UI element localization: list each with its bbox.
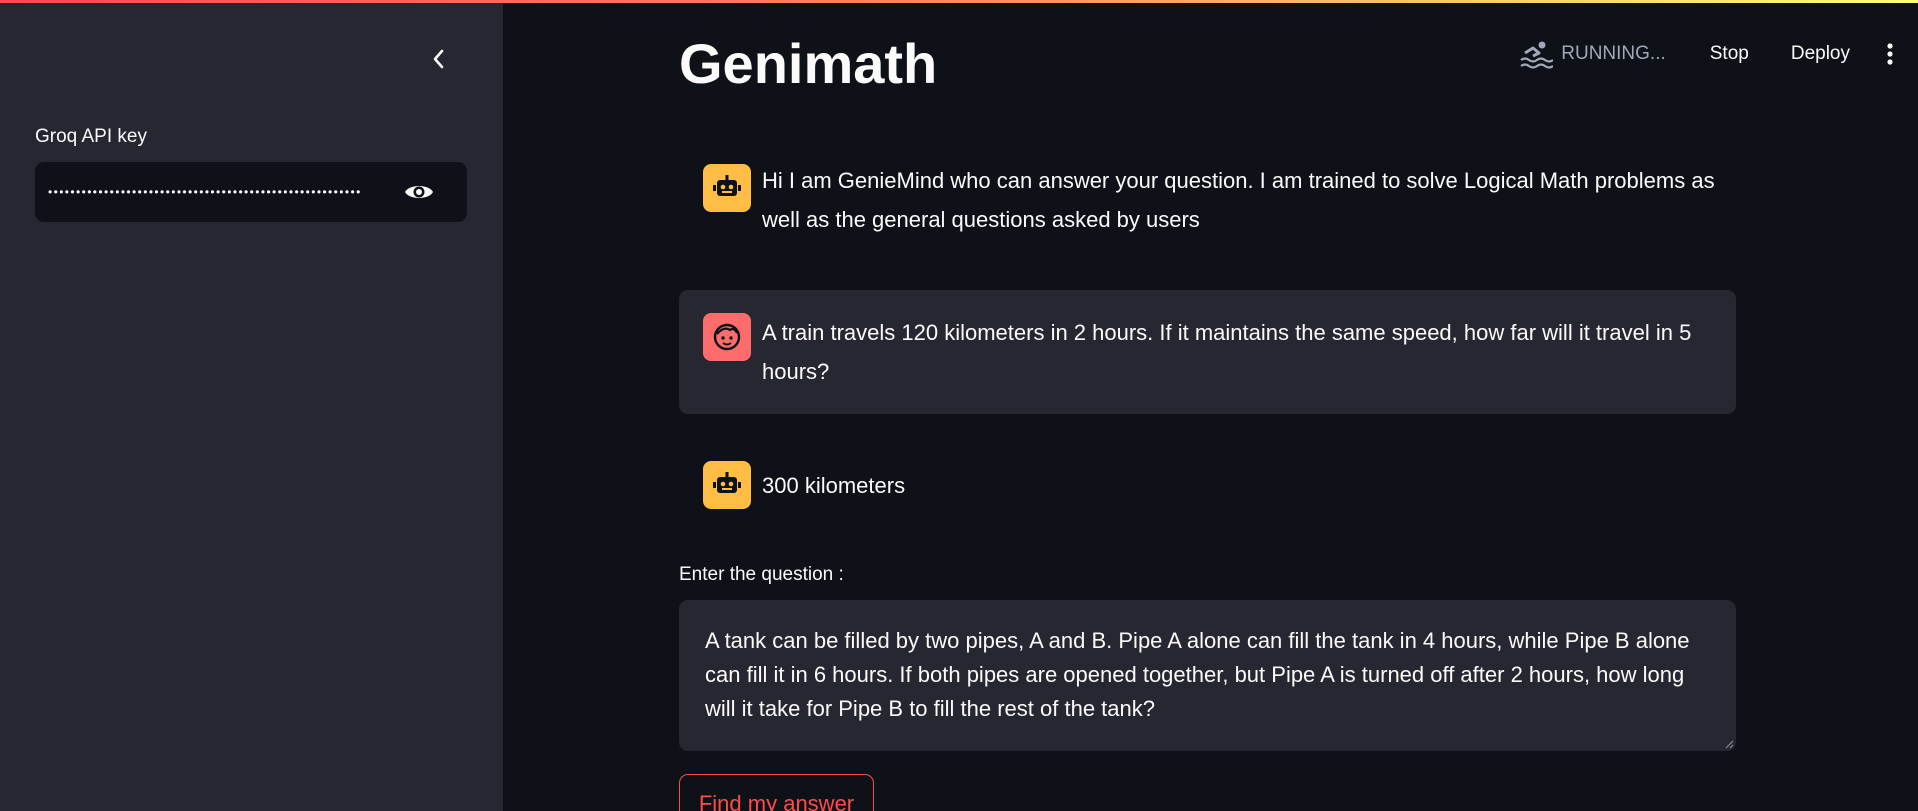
- chevron-left-icon: [433, 49, 444, 69]
- vertical-dots-icon: [1887, 43, 1893, 65]
- question-textarea[interactable]: A tank can be filled by two pipes, A and…: [679, 600, 1736, 751]
- robot-icon: [713, 472, 741, 493]
- message-text: A train travels 120 kilometers in 2 hour…: [762, 320, 1692, 384]
- stop-button[interactable]: Stop: [1696, 37, 1763, 71]
- eye-icon: [405, 186, 433, 198]
- toggle-visibility-button[interactable]: [403, 178, 435, 206]
- sidebar: Groq API key •••••••••••••••••••••••••••…: [0, 0, 503, 811]
- deploy-button[interactable]: Deploy: [1777, 37, 1864, 71]
- resize-handle-icon[interactable]: [1722, 737, 1734, 749]
- message-text: Hi I am GenieMind who can answer your qu…: [762, 168, 1715, 232]
- chat-message-assistant: Hi I am GenieMind who can answer your qu…: [679, 145, 1736, 255]
- swimmer-icon: [1520, 41, 1554, 69]
- page-title: Genimath: [679, 32, 938, 95]
- running-status-text: RUNNING...: [1561, 43, 1666, 64]
- api-key-input[interactable]: ••••••••••••••••••••••••••••••••••••••••…: [35, 162, 467, 222]
- chat-message-assistant: 300 kilometers: [679, 450, 1736, 520]
- api-key-label: Groq API key: [35, 126, 147, 147]
- find-answer-button[interactable]: Find my answer: [679, 774, 874, 811]
- assistant-avatar: [703, 164, 751, 212]
- assistant-avatar: [703, 461, 751, 509]
- robot-icon: [713, 175, 741, 196]
- app-header-toolbar: RUNNING... Stop Deploy: [1519, 28, 1918, 80]
- top-status-bar: [0, 0, 1918, 3]
- chat-message-user: A train travels 120 kilometers in 2 hour…: [679, 290, 1736, 414]
- message-text: 300 kilometers: [762, 473, 906, 498]
- running-status: RUNNING...: [1519, 39, 1666, 69]
- user-avatar: [703, 313, 751, 361]
- question-label: Enter the question :: [679, 564, 844, 585]
- collapse-sidebar-button[interactable]: [424, 44, 454, 74]
- question-text[interactable]: A tank can be filled by two pipes, A and…: [705, 628, 1690, 721]
- api-key-value[interactable]: ••••••••••••••••••••••••••••••••••••••••…: [48, 162, 414, 222]
- face-icon: [713, 323, 741, 351]
- main-content: Genimath RUNNING... Stop Deploy Hi I am …: [503, 0, 1918, 811]
- main-menu-button[interactable]: [1870, 42, 1910, 66]
